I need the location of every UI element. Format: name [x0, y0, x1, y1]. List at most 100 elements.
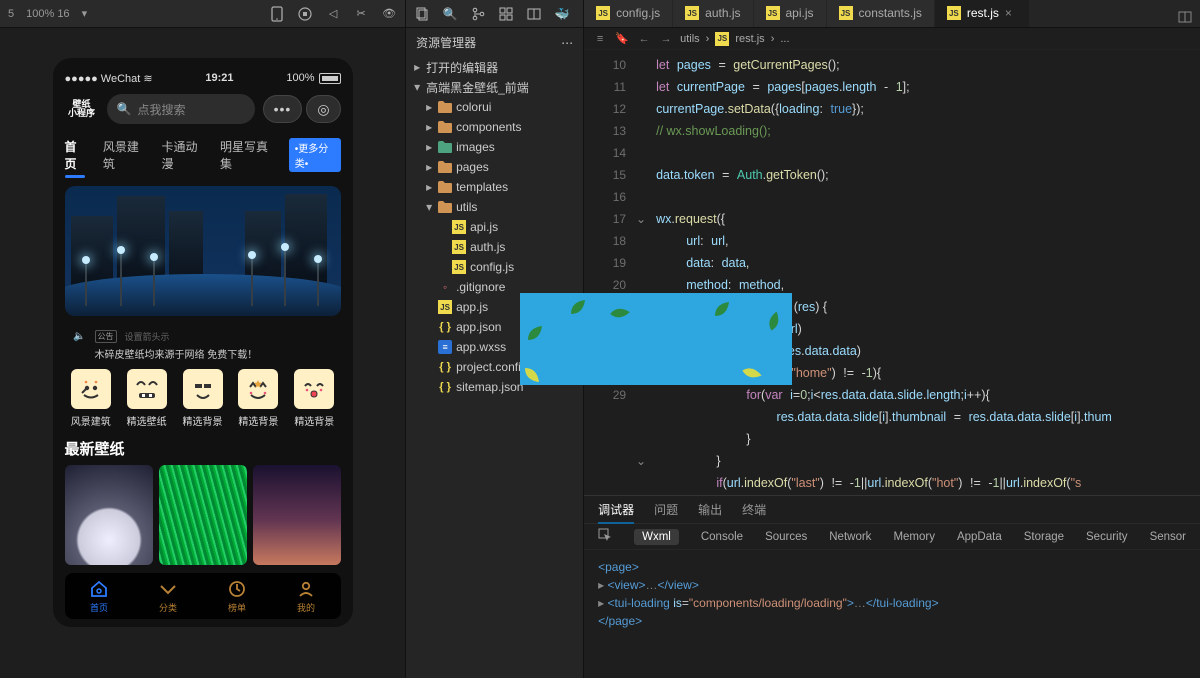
js-icon: JS	[715, 32, 729, 46]
code-body[interactable]: let pages = getCurrentPages(); let curre…	[634, 50, 1200, 495]
mute-icon[interactable]: ◁	[325, 6, 341, 22]
editor-tab[interactable]: JSauth.js	[673, 0, 753, 27]
code-editor[interactable]: 10111213141516⌄17181920⌄25262728⌄29 let …	[584, 50, 1200, 495]
marquee-text: 木碎皮壁纸均来源于网络 免费下载！	[65, 346, 341, 361]
nav-rank[interactable]: 榜单	[227, 579, 247, 614]
devtool-tab[interactable]: Console	[701, 531, 743, 543]
crumb-more[interactable]: ...	[780, 33, 789, 45]
phone-header: 壁纸小程序 🔍 点我搜索 ••• ◎	[65, 94, 341, 124]
devtool-tab[interactable]: Sources	[765, 531, 807, 543]
tree-item[interactable]: JSconfig.js	[406, 257, 583, 277]
cut-icon[interactable]: ✂	[353, 6, 369, 22]
stop-icon[interactable]	[297, 6, 313, 22]
cat-item-3[interactable]: 精选背景	[232, 369, 284, 428]
crumb-utils[interactable]: utils	[680, 33, 700, 45]
phone-preview: ●●●●● WeChat≋ 19:21 100% 壁纸小程序 🔍 点我搜索 ••…	[53, 58, 353, 627]
crumb-file[interactable]: rest.js	[735, 33, 764, 45]
capsule-close-icon[interactable]: ◎	[306, 95, 340, 123]
zoom-info: 100% 16	[26, 8, 69, 20]
nav-me[interactable]: 我的	[296, 579, 316, 614]
devtool-tab[interactable]: AppData	[957, 531, 1002, 543]
extensions-icon[interactable]	[498, 6, 514, 22]
wallpaper-2[interactable]	[253, 465, 341, 565]
explorer-title-row: 资源管理器 ⋯	[406, 28, 583, 57]
panel-tabs: 调试器 问题 输出 终端	[584, 496, 1200, 524]
tree-item[interactable]: ▾高端黑金壁纸_前端	[406, 77, 583, 97]
wechat-capsule[interactable]: ••• ◎	[263, 95, 341, 123]
preview-column: 5 100% 16 ▾ ◁ ✂ 👁 ●●●●● WeChat≋ 19:21 10…	[0, 0, 405, 678]
hero-banner[interactable]	[65, 186, 341, 316]
bottom-nav: 首页 分类 榜单 我的	[65, 573, 341, 619]
editor-tab[interactable]: JSconfig.js	[584, 0, 673, 27]
tree-item[interactable]: ▸images	[406, 137, 583, 157]
cat-item-2[interactable]: 精选背景	[176, 369, 228, 428]
list-icon[interactable]: ≡	[592, 31, 608, 47]
devtool-tab[interactable]: Sensor	[1150, 531, 1186, 543]
tree-item[interactable]: ▸templates	[406, 177, 583, 197]
bookmark-icon[interactable]: 🔖	[614, 31, 630, 47]
tab-anime[interactable]: 卡通动漫	[161, 138, 202, 172]
phone-statusbar: ●●●●● WeChat≋ 19:21 100%	[65, 68, 341, 88]
tree-item[interactable]: JSauth.js	[406, 237, 583, 257]
tree-item[interactable]: ▸components	[406, 117, 583, 137]
tree-item[interactable]: ▸打开的编辑器	[406, 57, 583, 77]
panel-tab[interactable]: 问题	[654, 501, 678, 518]
close-icon[interactable]: ×	[1005, 6, 1017, 20]
search-icon: 🔍	[117, 102, 132, 116]
tab-home[interactable]: 首页	[65, 138, 85, 172]
wallpaper-1[interactable]	[159, 465, 247, 565]
section-title: 最新壁纸	[65, 438, 341, 459]
git-icon[interactable]	[470, 6, 486, 22]
preview-wrap: ●●●●● WeChat≋ 19:21 100% 壁纸小程序 🔍 点我搜索 ••…	[0, 28, 405, 678]
editor-tab[interactable]: JSconstants.js	[827, 0, 935, 27]
carrier: ●●●●● WeChat≋	[65, 72, 153, 85]
panel-tab[interactable]: 调试器	[598, 501, 634, 518]
home-icon	[89, 579, 109, 599]
panel-tab[interactable]: 终端	[742, 501, 766, 518]
inspect-icon[interactable]	[598, 528, 612, 545]
tree-item[interactable]: ▸colorui	[406, 97, 583, 117]
more-icon[interactable]: ⋯	[561, 36, 573, 50]
speaker-icon: 🔈	[73, 331, 87, 342]
devtool-tab[interactable]: Wxml	[634, 529, 679, 545]
capsule-menu-icon[interactable]: •••	[263, 95, 303, 123]
tree-item[interactable]: JSapi.js	[406, 217, 583, 237]
layout-icon[interactable]	[526, 6, 542, 22]
cat-item-4[interactable]: 精选背景	[288, 369, 340, 428]
phone-icon[interactable]	[269, 6, 285, 22]
tab-scenery[interactable]: 风景建筑	[103, 138, 144, 172]
chevron-down-icon[interactable]: ▾	[82, 7, 88, 20]
devtool-tab[interactable]: Security	[1086, 531, 1128, 543]
split-icon[interactable]	[1170, 10, 1200, 27]
forward-icon[interactable]: →	[658, 31, 674, 47]
back-icon[interactable]: ←	[636, 31, 652, 47]
nav-home[interactable]: 首页	[89, 579, 109, 614]
rank-icon	[227, 579, 247, 599]
line-gutter: 10111213141516⌄17181920⌄25262728⌄29	[584, 50, 634, 495]
search-icon[interactable]: 🔍	[442, 6, 458, 22]
cat-item-0[interactable]: 风景建筑	[65, 369, 117, 428]
battery-status: 100%	[286, 72, 340, 84]
editor-tab[interactable]: JSapi.js	[754, 0, 827, 27]
docker-icon[interactable]: 🐳	[554, 6, 570, 22]
tab-stars[interactable]: 明星写真集	[220, 138, 271, 172]
tab-more[interactable]: •更多分类•	[289, 138, 341, 172]
devtool-tab[interactable]: Storage	[1024, 531, 1064, 543]
zoom-left: 5	[8, 8, 14, 20]
files-icon[interactable]	[414, 6, 430, 22]
clock: 19:21	[153, 72, 287, 84]
js-icon: JS	[947, 6, 961, 20]
tree-item[interactable]: ▾utils	[406, 197, 583, 217]
devtool-tab[interactable]: Memory	[893, 531, 935, 543]
tree-item[interactable]: ▸pages	[406, 157, 583, 177]
wallpaper-0[interactable]	[65, 465, 153, 565]
eye-icon[interactable]: 👁	[381, 6, 397, 22]
cat-item-1[interactable]: 精选壁纸	[120, 369, 172, 428]
search-input[interactable]: 🔍 点我搜索	[107, 94, 255, 124]
wxml-tree[interactable]: <page> ▸ <view>…</view> ▸ <tui-loading i…	[584, 550, 1200, 678]
nav-category[interactable]: 分类	[158, 579, 178, 614]
devtool-tab[interactable]: Network	[829, 531, 871, 543]
panel-tab[interactable]: 输出	[698, 501, 722, 518]
editor-tab[interactable]: JSrest.js×	[935, 0, 1030, 27]
wallpaper-grid	[65, 465, 341, 565]
